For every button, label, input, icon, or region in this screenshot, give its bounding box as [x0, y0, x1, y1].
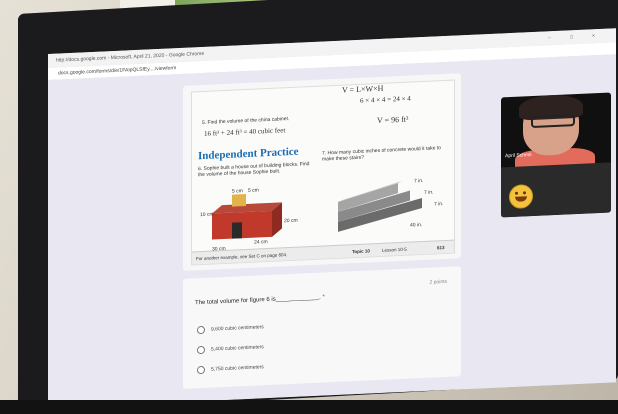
option-3[interactable]: 5,750 cubic centimeters [197, 363, 264, 375]
radio-button[interactable] [197, 345, 205, 355]
dim-20cm: 20 cm [284, 217, 298, 225]
option-1[interactable]: 9,600 cubic centimeters [197, 323, 264, 335]
participant-glasses [531, 114, 575, 129]
question-label: The total volume for figure 6 is________… [195, 294, 321, 307]
handwriting-sum: 16 ft³ + 24 ft³ = 40 cubic feet [204, 126, 286, 138]
footer-page: 613 [437, 244, 445, 251]
stairs-figure [338, 180, 422, 232]
question-card: 2 points The total volume for figure 6 i… [183, 266, 461, 389]
minimize-button[interactable]: – [548, 35, 551, 41]
dim-10cm: 10 cm [200, 211, 214, 219]
footer-note: For another example, see Set C on page 6… [196, 252, 288, 262]
worksheet-title: Independent Practice [198, 145, 299, 163]
option-2[interactable]: 5,400 cubic centimeters [197, 343, 264, 355]
video-call-overlay[interactable]: April Schmit [501, 92, 611, 218]
dim-5cm-b: 5 cm [248, 187, 259, 194]
required-marker: * [322, 294, 325, 301]
problem-7: 7. How many cubic inches of concrete wou… [322, 145, 441, 163]
radio-button[interactable] [197, 325, 205, 335]
footer-lesson: Lesson 10-5 [382, 246, 407, 253]
image-card: V = L×W×H 6 × 4 × 4 = 24 × 4 V = 96 ft³ … [183, 73, 461, 271]
question-text: The total volume for figure 6 is________… [195, 294, 325, 306]
laptop-bezel-bottom [0, 400, 618, 414]
handwriting-calc: 6 × 4 × 4 = 24 × 4 [360, 94, 411, 105]
problem-5: 5. Find the volume of the china cabinet. [202, 116, 290, 127]
stair-40in: 40 in. [410, 222, 423, 229]
option-label: 5,400 cubic centimeters [211, 344, 264, 353]
form-content: V = L×W×H 6 × 4 × 4 = 24 × 4 V = 96 ft³ … [48, 54, 616, 408]
laptop-screen: http://docs.google.com - Microsoft, Apri… [48, 28, 616, 408]
handwriting-volume: V = 96 ft³ [377, 114, 409, 126]
handwriting-formula: V = L×W×H [342, 83, 384, 95]
dim-24cm: 24 cm [254, 239, 268, 246]
emoji-eye [515, 191, 518, 195]
maximize-button[interactable]: □ [570, 34, 573, 40]
option-label: 9,600 cubic centimeters [211, 324, 264, 333]
points-label: 2 points [429, 278, 447, 286]
dim-5cm-a: 5 cm [232, 188, 243, 195]
stair-7in-b: 7 in. [424, 189, 434, 196]
option-label: 5,750 cubic centimeters [211, 364, 264, 373]
stair-7in-a: 7 in. [414, 177, 424, 185]
stair-7in-c: 7 in. [434, 201, 444, 208]
footer-topic: Topic 10 [352, 248, 370, 255]
worksheet-photo: V = L×W×H 6 × 4 × 4 = 24 × 4 V = 96 ft³ … [191, 79, 455, 266]
participant-name: April Schmit [505, 152, 532, 160]
radio-button[interactable] [197, 365, 205, 375]
emoji-eye [523, 191, 526, 195]
problem-6: 6. Sophie built a house out of building … [198, 161, 310, 179]
close-button[interactable]: × [592, 33, 595, 39]
